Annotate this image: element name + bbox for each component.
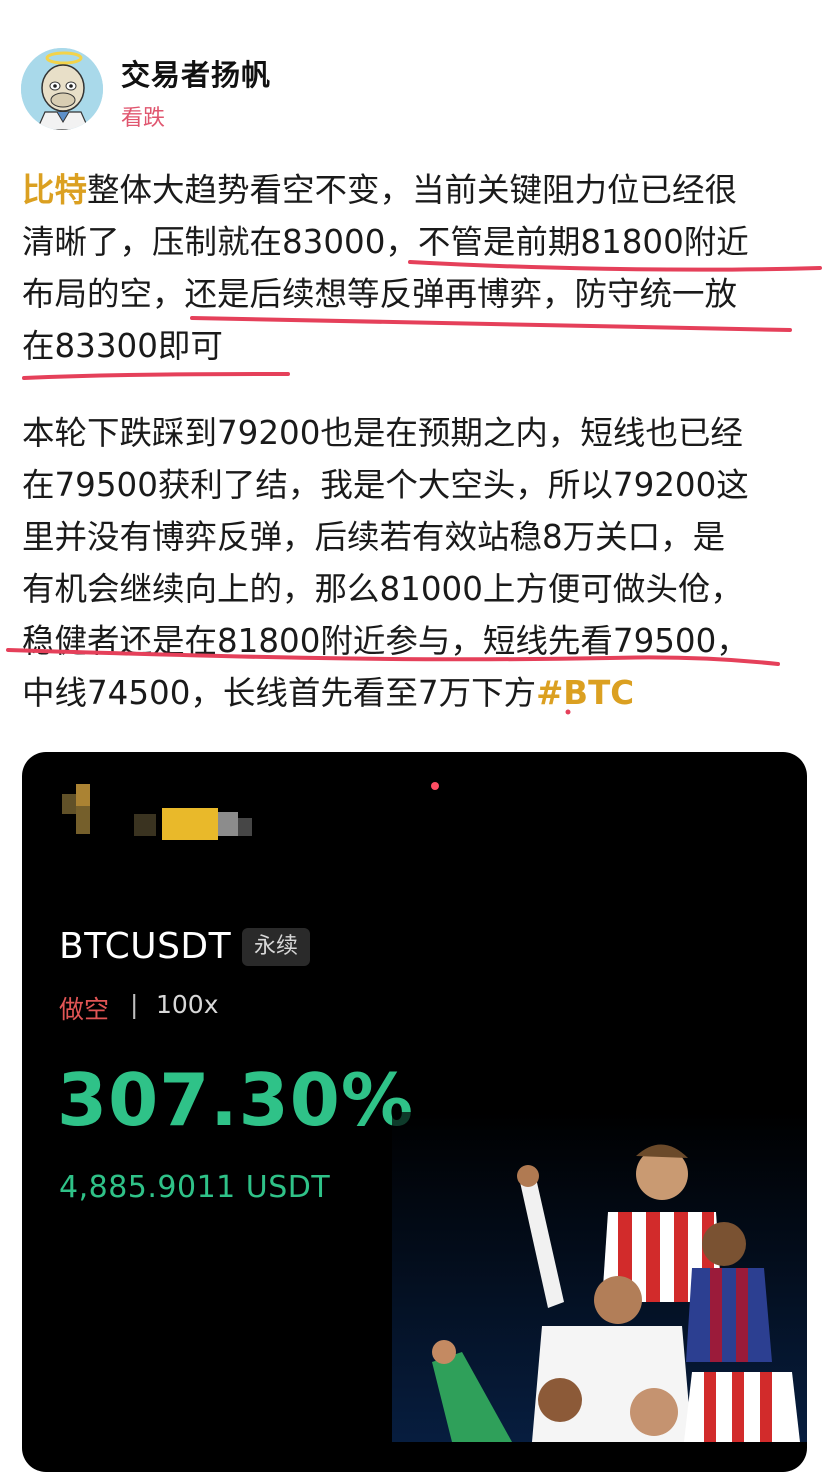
post-text-line: 本轮下跌踩到79200也是在预期之内，短线也已经	[22, 414, 743, 452]
notification-dot	[431, 782, 439, 790]
exchange-logo	[134, 808, 252, 840]
post-text-line: 中线74500，长线首先看至7万下方	[22, 674, 537, 712]
football-players-promo-image	[392, 1112, 807, 1442]
bored-ape-avatar-icon	[21, 48, 103, 130]
author-name[interactable]: 交易者扬帆	[121, 52, 271, 94]
author-avatar[interactable]	[21, 48, 103, 130]
underline-stroke	[22, 372, 290, 380]
post-text-line: 清晰了，压制就在83000，不管是前期81800附近	[22, 223, 749, 261]
pnl-share-card[interactable]: BTCUSDT 永续 做空 | 100x 307.30% 4,885.9011 …	[22, 752, 807, 1472]
divider: |	[130, 990, 139, 1019]
back-arrow-icon[interactable]	[58, 780, 110, 838]
position-direction: 做空	[59, 995, 110, 1024]
post-paragraph-2: 本轮下跌踩到79200也是在预期之内，短线也已经 在79500获利了结，我是个大…	[22, 407, 812, 719]
trading-pair: BTCUSDT	[59, 926, 232, 967]
post-text-line: 稳健者还是在81800附近参与，短线先看79500，	[22, 622, 749, 660]
contract-type-badge: 永续	[242, 928, 311, 966]
pnl-amount: 4,885.9011 USDT	[59, 1170, 331, 1205]
post-paragraph-1: 比特整体大趋势看空不变，当前关键阻力位已经很 清晰了，压制就在83000，不管是…	[22, 164, 812, 372]
post-text-line: 整体大趋势看空不变，当前关键阻力位已经很	[87, 171, 738, 209]
coin-tag-link[interactable]: 比特	[22, 171, 87, 209]
post-text-line: 在79500获利了结，我是个大空头，所以79200这	[22, 466, 749, 504]
post-text-line: 布局的空，还是后续想等反弹再博弈，防守统一放	[22, 275, 738, 313]
btc-hashtag-link[interactable]: #BTC	[536, 674, 634, 712]
post-text-line: 在83300即可	[22, 327, 223, 365]
sentiment-tag: 看跌	[121, 106, 166, 131]
post-text-line: 里并没有博弈反弹，后续若有效站稳8万关口，是	[22, 518, 726, 556]
roi-percentage: 307.30%	[57, 1058, 414, 1142]
leverage-value: 100x	[156, 990, 219, 1019]
post-text-line: 有机会继续向上的，那么81000上方便可做头伧，	[22, 570, 743, 608]
